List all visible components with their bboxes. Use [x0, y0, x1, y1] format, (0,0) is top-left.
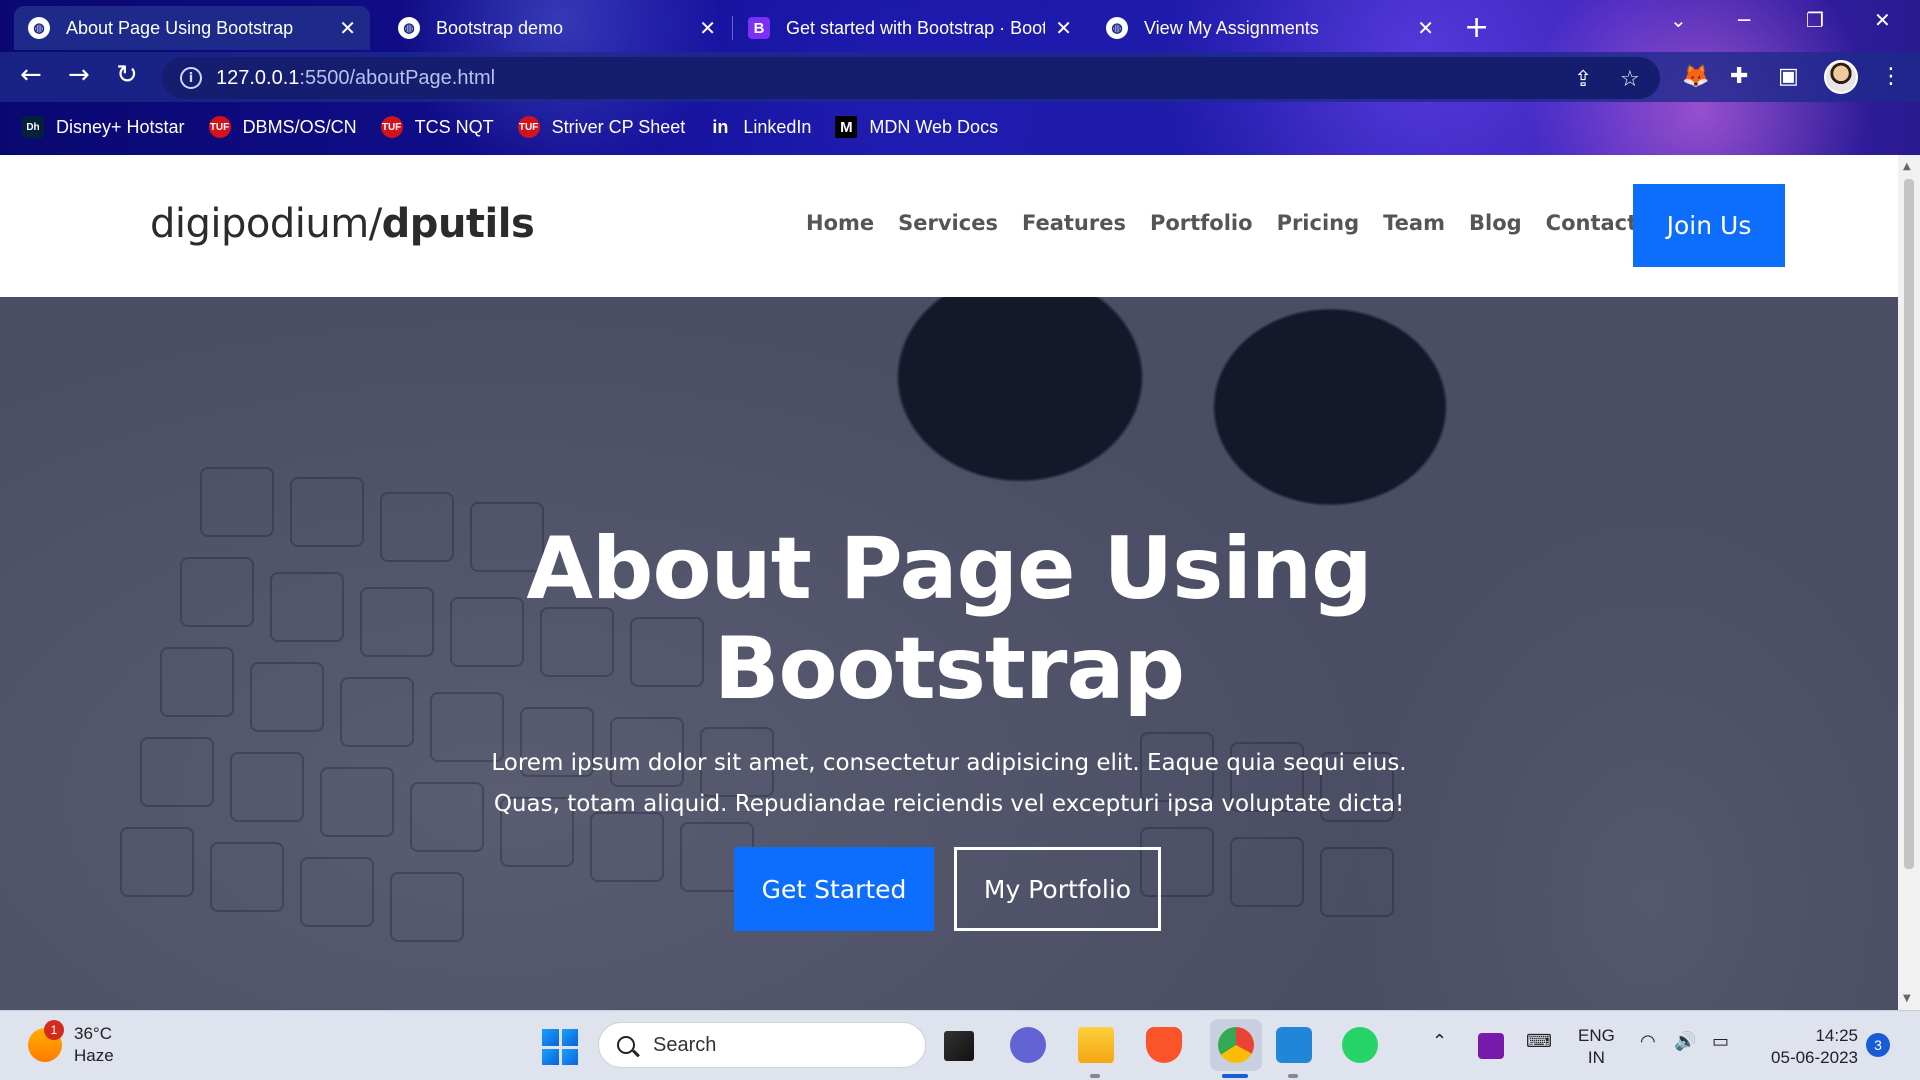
scroll-down-icon[interactable]: ▼ [1903, 993, 1911, 1004]
globe-icon: ◍ [28, 17, 50, 39]
tab-get-started[interactable]: B Get started with Bootstrap · Boot ✕ [734, 6, 1086, 50]
tab-view-assignments[interactable]: ◍ View My Assignments ✕ [1092, 6, 1448, 50]
forward-button[interactable]: → [68, 60, 90, 90]
site-info-icon[interactable]: i [180, 67, 202, 89]
close-tab-icon[interactable]: ✕ [699, 16, 716, 41]
hero-section: About Page Using Bootstrap Lorem ipsum d… [0, 297, 1898, 1010]
url-text: 127.0.0.1:5500/aboutPage.html [216, 66, 496, 89]
main-nav: Home Services Features Portfolio Pricing… [806, 211, 1661, 235]
bootstrap-icon: B [748, 17, 770, 39]
bookmark-hotstar[interactable]: Dh Disney+ Hotstar [22, 116, 185, 138]
globe-icon: ◍ [1106, 17, 1128, 39]
tuf-icon: TUF [380, 116, 403, 138]
notification-badge[interactable]: 3 [1866, 1033, 1890, 1057]
chrome-icon[interactable] [1218, 1027, 1254, 1063]
site-logo[interactable]: digipodium/dputils [150, 201, 535, 247]
tab-bootstrap-demo[interactable]: ◍ Bootstrap demo ✕ [384, 6, 730, 50]
brave-browser-icon[interactable] [1146, 1027, 1182, 1063]
weather-temp: 36°C [74, 1024, 112, 1043]
task-view-icon[interactable] [944, 1031, 974, 1061]
weather-desc: Haze [74, 1046, 114, 1065]
windows-start-icon[interactable] [542, 1029, 578, 1065]
nav-pricing[interactable]: Pricing [1277, 211, 1360, 235]
scroll-up-icon[interactable]: ▲ [1903, 161, 1911, 172]
onenote-icon[interactable] [1478, 1033, 1504, 1059]
profile-avatar[interactable] [1824, 60, 1858, 94]
bookmark-star-icon[interactable]: ☆ [1620, 67, 1640, 92]
nav-home[interactable]: Home [806, 211, 874, 235]
mdn-icon: M [835, 116, 858, 138]
bookmarks-bar: Dh Disney+ Hotstar TUF DBMS/OS/CN TUF TC… [0, 104, 1920, 150]
tab-search-icon[interactable]: ⌄ [1670, 8, 1687, 32]
weather-haze-icon: 1 [28, 1020, 64, 1062]
nav-services[interactable]: Services [898, 211, 998, 235]
bookmark-tcs-nqt[interactable]: TUF TCS NQT [380, 116, 494, 138]
back-button[interactable]: ← [20, 60, 42, 90]
minimize-button[interactable]: ─ [1738, 8, 1750, 32]
linkedin-icon: in [712, 116, 729, 137]
side-panel-icon[interactable]: ▣ [1778, 64, 1799, 89]
volume-icon[interactable]: 🔊 [1674, 1031, 1696, 1052]
scrollbar-thumb[interactable] [1904, 179, 1914, 869]
globe-icon: ◍ [398, 17, 420, 39]
wifi-icon[interactable]: ◠ [1640, 1031, 1656, 1052]
join-us-button[interactable]: Join Us [1633, 184, 1785, 267]
restore-button[interactable]: ❐ [1806, 8, 1824, 32]
close-window-button[interactable]: ✕ [1874, 8, 1891, 32]
weather-badge: 1 [44, 1020, 64, 1040]
nav-team[interactable]: Team [1383, 211, 1445, 235]
tuf-icon: TUF [517, 116, 540, 138]
nav-features[interactable]: Features [1022, 211, 1126, 235]
show-hidden-icons-chevron-icon[interactable]: ⌃ [1432, 1031, 1447, 1052]
web-page: digipodium/dputils Home Services Feature… [0, 155, 1898, 1010]
my-portfolio-button[interactable]: My Portfolio [954, 847, 1161, 931]
windows-taskbar: 1 36°C Haze Search ⌃ ⌨ ENG IN ◠ 🔊 ▭ 14:2… [0, 1010, 1920, 1080]
nav-contact[interactable]: Contact [1546, 211, 1638, 235]
close-tab-icon[interactable]: ✕ [1417, 16, 1434, 41]
site-header: digipodium/dputils Home Services Feature… [0, 155, 1898, 297]
search-icon [617, 1036, 635, 1054]
taskbar-search[interactable]: Search [598, 1022, 926, 1068]
hero-text: Lorem ipsum dolor sit amet, consectetur … [491, 750, 1407, 817]
system-clock[interactable]: 14:25 05-06-2023 [1760, 1025, 1858, 1069]
tuf-icon: TUF [208, 116, 231, 138]
bookmark-striver[interactable]: TUF Striver CP Sheet [517, 116, 685, 138]
keyboard-icon[interactable]: ⌨ [1526, 1031, 1552, 1052]
tab-about-page[interactable]: ◍ About Page Using Bootstrap ✕ [14, 6, 370, 50]
bookmark-linkedin[interactable]: in LinkedIn [709, 116, 811, 138]
whatsapp-icon[interactable] [1342, 1027, 1378, 1063]
bookmark-dbms[interactable]: TUF DBMS/OS/CN [208, 116, 357, 138]
new-tab-button[interactable]: + [1464, 10, 1489, 45]
battery-icon[interactable]: ▭ [1712, 1031, 1729, 1052]
nav-blog[interactable]: Blog [1469, 211, 1522, 235]
bookmark-mdn[interactable]: M MDN Web Docs [835, 116, 998, 138]
extensions-icon[interactable]: ✚ [1730, 64, 1748, 89]
tab-strip: ◍ About Page Using Bootstrap ✕ ◍ Bootstr… [0, 0, 1920, 50]
address-bar[interactable]: i 127.0.0.1:5500/aboutPage.html ⇪ ☆ [162, 57, 1660, 99]
page-scrollbar[interactable]: ▲ ▼ [1898, 155, 1920, 1010]
file-explorer-icon[interactable] [1078, 1027, 1114, 1063]
language-indicator[interactable]: ENG IN [1578, 1025, 1615, 1069]
browser-chrome: ◍ About Page Using Bootstrap ✕ ◍ Bootstr… [0, 0, 1920, 155]
metamask-icon[interactable]: 🦊 [1682, 64, 1709, 89]
close-tab-icon[interactable]: ✕ [339, 16, 356, 41]
nav-portfolio[interactable]: Portfolio [1150, 211, 1253, 235]
close-tab-icon[interactable]: ✕ [1055, 16, 1072, 41]
weather-widget[interactable]: 1 36°C Haze [28, 1020, 114, 1067]
get-started-button[interactable]: Get Started [734, 847, 934, 931]
reload-button[interactable]: ↻ [116, 60, 138, 90]
vscode-icon[interactable] [1276, 1027, 1312, 1063]
hero-title: About Page Using Bootstrap [526, 519, 1372, 719]
browser-toolbar: ← → ↻ i 127.0.0.1:5500/aboutPage.html ⇪ … [0, 52, 1920, 102]
teams-chat-icon[interactable] [1010, 1027, 1046, 1063]
menu-kebab-icon[interactable]: ⋮ [1880, 64, 1902, 89]
share-icon[interactable]: ⇪ [1574, 67, 1592, 92]
tab-separator [732, 16, 733, 40]
hotstar-icon: Dh [22, 116, 44, 138]
